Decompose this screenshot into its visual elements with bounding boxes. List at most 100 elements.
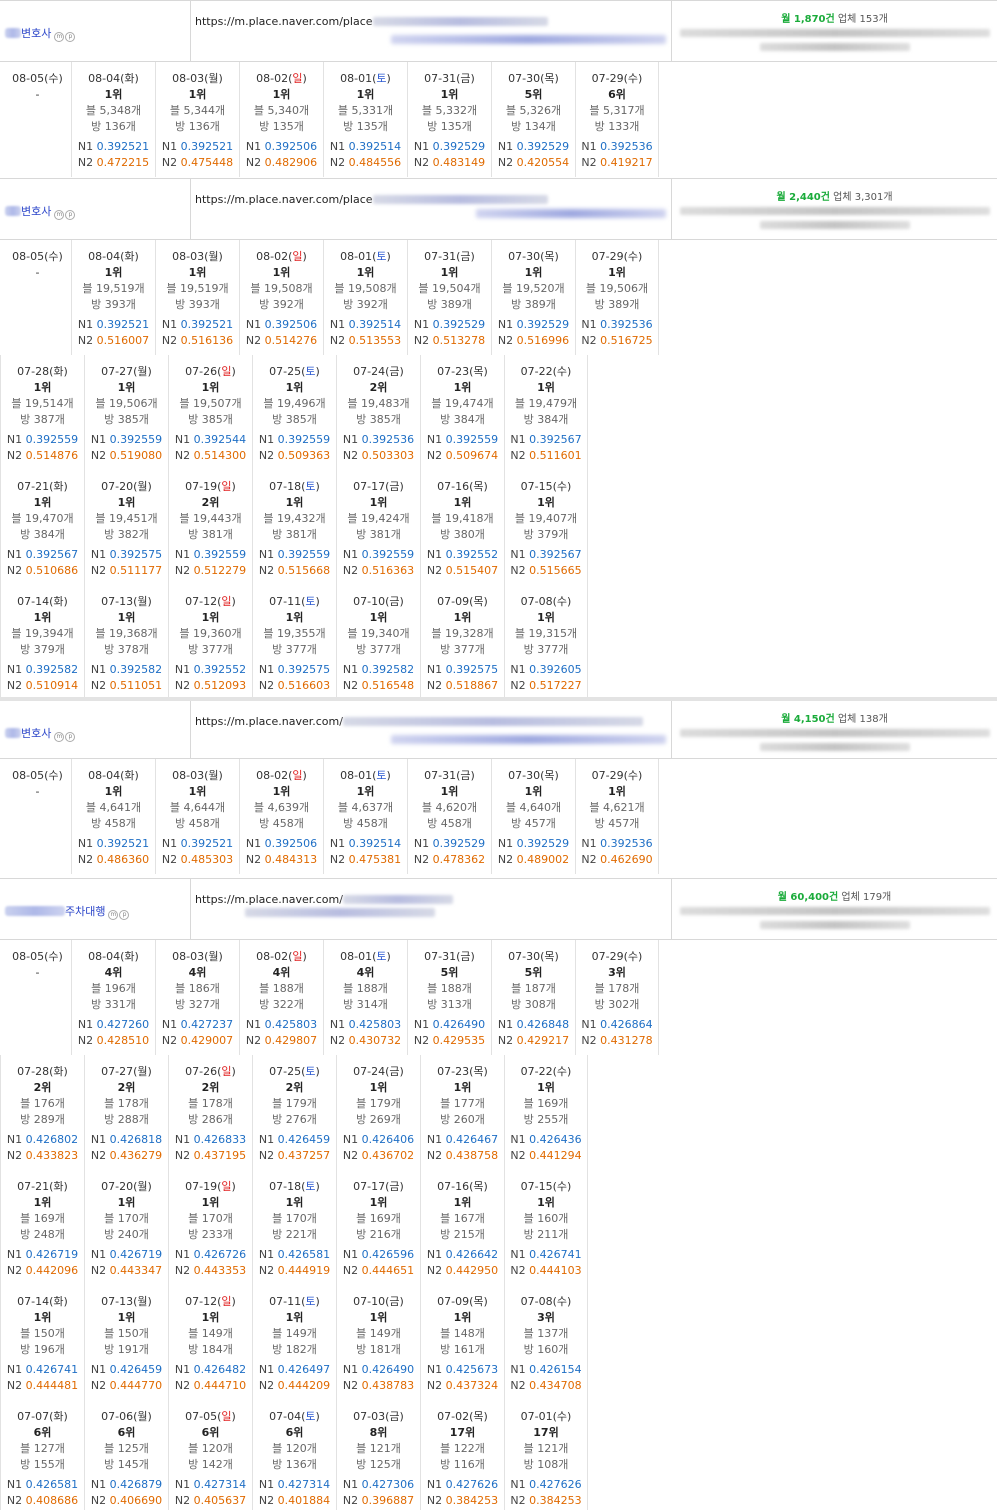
redacted-categories [759,43,910,51]
n1-value: 0.392567 [529,433,582,446]
date-text: 07-20 [101,480,134,493]
visitor-review-count: 방 389개 [427,298,472,311]
history-row: 07-28(화) 1위 블 19,514개 방 387개 N1 0.392559 N2 0… [0,355,997,470]
place-url-link[interactable]: https://m.place.naver.com/ [195,893,343,906]
pc-icon[interactable]: p [65,732,76,742]
mobile-icon[interactable]: m [108,910,119,920]
day-cell: 07-27(월) 2위 블 178개 방 288개 N1 0.426818 N2 0.43… [84,1055,168,1170]
n1-score: N1 0.392536 [581,140,653,153]
redacted-categories [759,921,910,929]
n1-score: N1 0.426879 [90,1478,163,1491]
date-label: 08-04(화) [88,72,139,85]
weekday-text: 월 [137,595,148,608]
n2-score: N2 0.513278 [413,334,486,347]
rank-value: 1위 [453,1196,472,1209]
keyword-header: 변호사 m p https://m.place.naver.com/월 4,150건 … [0,697,997,759]
date-text: 08-01 [340,250,373,263]
pc-icon[interactable]: p [65,210,76,220]
redacted-text [5,206,21,216]
weekday-text: 월 [137,1065,148,1078]
blog-count: 블 19,360개 [179,627,242,640]
keyword-name-link[interactable]: 변호사 [21,727,51,740]
weekday-text: 수 [556,365,568,378]
rank-value: 1위 [188,88,207,101]
n1-value: 0.426467 [445,1133,499,1146]
blog-count: 블 5,326개 [505,104,562,117]
n1-value: 0.426741 [25,1363,79,1376]
n1-value: 0.392559 [277,548,331,561]
n1-score: N1 0.392559 [258,433,331,446]
n1-score: N1 0.425803 [329,1018,402,1031]
date-text: 07-27 [101,1065,134,1078]
visitor-review-count: 방 289개 [20,1113,65,1126]
weekday-text: 일 [221,365,232,378]
n2-value: 0.475381 [348,853,402,866]
weekday-text: 일 [292,72,303,85]
blog-count: 블 19,519개 [82,282,145,295]
rank-value: 1위 [453,496,472,509]
pc-icon[interactable]: p [65,32,76,42]
n1-score: N1 0.425803 [245,1018,318,1031]
weekday-text: 화 [124,72,135,85]
date-label: 07-19(일) [185,480,236,493]
visitor-review-count: 방 327개 [175,998,220,1011]
date-label: 07-18(토) [269,1180,320,1193]
mobile-icon[interactable]: m [54,210,65,220]
n1-value: 0.392514 [348,837,402,850]
date-label: 07-01(수) [520,1410,572,1423]
place-url-link[interactable]: https://m.place.naver.com/place [195,193,373,206]
weekday-text: 토 [376,72,387,85]
blog-count: 블 19,424개 [347,512,410,525]
visitor-review-count: 방 385개 [104,413,149,426]
stats-line: 월 60,400건 업체 179개 [672,888,997,903]
visitor-review-count: 방 181개 [356,1343,401,1356]
date-text: 07-30 [508,769,541,782]
visitor-review-count: 방 331개 [91,998,136,1011]
rank-value: 8위 [369,1426,388,1439]
rank-value: 3위 [537,1311,555,1324]
blog-count: 블 19,340개 [347,627,410,640]
visitor-review-count: 방 378개 [104,643,149,656]
visitor-review-count: 방 182개 [272,1343,317,1356]
n1-value: 0.426581 [25,1478,79,1491]
n1-score: N1 0.392559 [426,433,499,446]
date-text: 07-08 [520,595,553,608]
day-cell: 07-24(금) 2위 블 19,483개 방 385개 N1 0.392536 N2 0… [336,355,420,470]
n2-score: N2 0.433823 [6,1149,79,1162]
weekday-text: 목 [473,1065,484,1078]
keyword-name-link[interactable]: 변호사 [21,205,51,218]
day-cell: 07-16(목) 1위 블 19,418개 방 380개 N1 0.392552 N2 0… [420,470,504,585]
day-cell: 07-11(토) 1위 블 149개 방 182개 N1 0.426497 N2 0.44… [252,1285,336,1400]
keyword-name-link[interactable]: 변호사 [21,27,51,40]
day-cell: 07-31(금) 1위 블 4,620개 방 458개 N1 0.392529 N2 0.… [407,759,491,874]
n2-score: N2 0.485303 [161,853,234,866]
n1-value: 0.427237 [180,1018,234,1031]
mobile-icon[interactable]: m [54,32,65,42]
visitor-review-count: 방 381개 [272,528,317,541]
weekday-text: 일 [292,950,303,963]
date-label: 07-17(금) [353,480,404,493]
n1-value: 0.392506 [264,140,318,153]
n1-value: 0.392529 [516,837,570,850]
weekday-text: 화 [124,769,135,782]
day-cell: 07-05(일) 6위 블 120개 방 142개 N1 0.427314 N2 0.40… [168,1400,252,1510]
n1-value: 0.426818 [109,1133,163,1146]
n1-score: N1 0.392575 [258,663,331,676]
rank-value: 17위 [449,1426,476,1439]
place-url-link[interactable]: https://m.place.naver.com/place [195,15,373,28]
weekday-text: 월 [208,72,219,85]
rank-value: 1위 [524,266,543,279]
n1-score: N1 0.392567 [510,548,582,561]
place-url-link[interactable]: https://m.place.naver.com/ [195,715,343,728]
n2-value: 0.511601 [529,449,582,462]
day-cell: 07-10(금) 1위 블 149개 방 181개 N1 0.426490 N2 0.43… [336,1285,420,1400]
n1-score: N1 0.426490 [413,1018,486,1031]
keyword-name-link[interactable]: 주차대행 [65,905,105,918]
pc-icon[interactable]: p [119,910,130,920]
date-label: 07-09(목) [437,595,488,608]
date-label: 07-22(수) [520,365,572,378]
n1-value: 0.392529 [516,140,570,153]
rank-value: 1위 [453,381,472,394]
mobile-icon[interactable]: m [54,732,65,742]
n1-value: 0.426848 [516,1018,570,1031]
